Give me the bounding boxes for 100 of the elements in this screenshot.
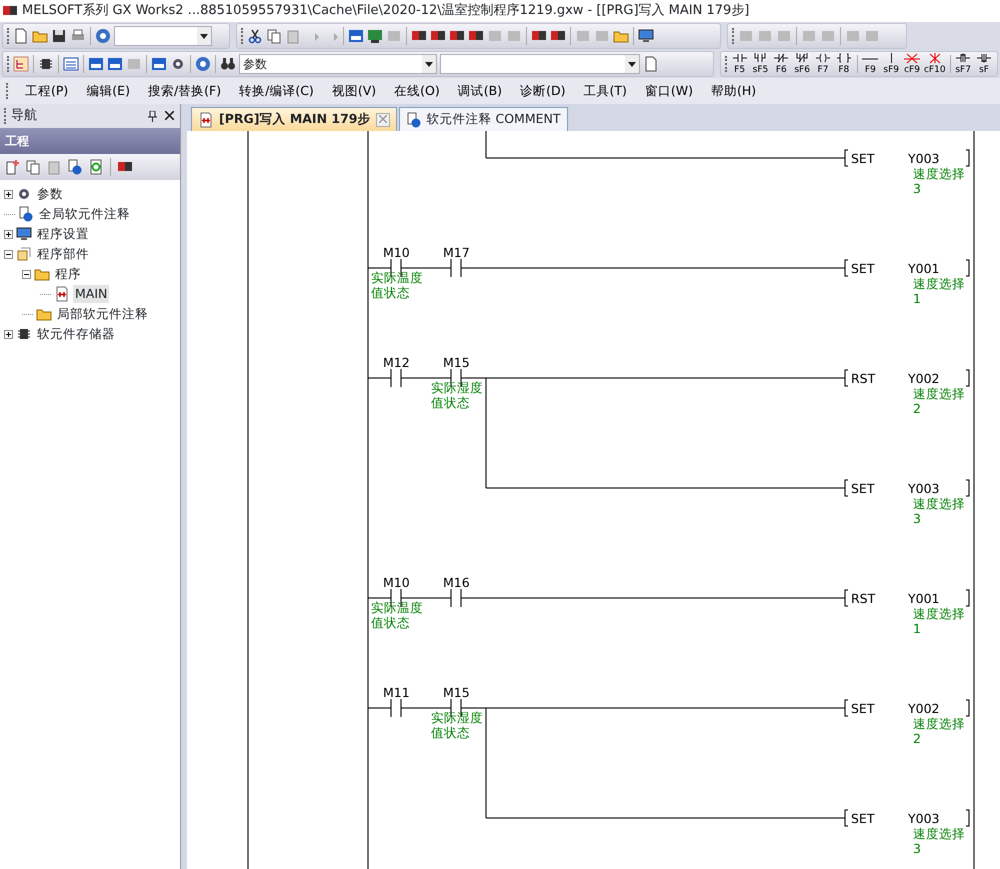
ladder-symbol-icon	[794, 53, 810, 64]
instruction-label: SET	[851, 701, 874, 716]
menu-item[interactable]: 编辑(E)	[84, 82, 132, 100]
dropdown-arrow-icon	[200, 34, 208, 38]
clipboard-icon[interactable]	[285, 28, 301, 44]
tree-item[interactable]: 软元件存储器	[35, 324, 117, 344]
clipboard-icon[interactable]	[46, 159, 62, 175]
instruction-label: SET	[851, 481, 874, 496]
ladder-symbol-icon	[773, 53, 790, 64]
device-label: M10	[383, 575, 410, 590]
ladder-key-button[interactable]: sF9	[882, 53, 900, 75]
ladder-key-button[interactable]: cF9	[903, 53, 921, 75]
expand-toggle[interactable]	[4, 190, 13, 198]
editor-tab[interactable]: 软元件注释 COMMENT	[398, 107, 568, 131]
dropdown-field[interactable]	[440, 54, 640, 74]
coil-bracket	[966, 480, 970, 496]
scissors-icon[interactable]	[247, 28, 263, 44]
coil-bracket	[966, 590, 970, 606]
ladder-key-button[interactable]: sF	[975, 53, 993, 75]
menu-item[interactable]: 视图(V)	[330, 82, 378, 100]
coil-bracket	[844, 590, 848, 606]
tree-item[interactable]: 程序	[53, 264, 83, 284]
device-panel-icon[interactable]	[151, 56, 167, 72]
document-icon[interactable]	[13, 28, 29, 44]
ladder-key-button[interactable]: sF6	[793, 53, 812, 75]
device-panel-icon[interactable]	[348, 28, 364, 44]
ladder-symbol-icon	[904, 53, 920, 64]
dropdown-arrow-icon	[628, 62, 636, 66]
tree-item[interactable]: 局部软元件注释	[55, 304, 150, 324]
device-comment: 速度选择 1	[913, 276, 965, 306]
ladder-symbol-icon	[732, 53, 748, 64]
menu-item[interactable]: 诊断(D)	[518, 82, 568, 100]
ladder-symbol-icon	[814, 53, 831, 64]
copy-icon[interactable]	[266, 28, 282, 44]
device-label: Y003	[908, 811, 940, 826]
expand-toggle[interactable]	[4, 230, 13, 238]
pin-icon[interactable]	[148, 110, 157, 122]
ladder-key-button[interactable]: F6	[772, 53, 790, 75]
device-label: M10	[383, 245, 410, 260]
device-label: Y002	[908, 701, 940, 716]
coil-bracket	[966, 810, 970, 826]
device-comment: 实际温度 值状态	[371, 270, 423, 300]
coil-bracket	[844, 810, 848, 826]
screen-icon[interactable]	[367, 28, 383, 44]
monitor-icon[interactable]	[638, 28, 654, 44]
ladder-key-button[interactable]: F7	[814, 53, 832, 75]
window-title: MELSOFT系列 GX Works2 ...8851059557931\Cache\File\2020-12\温室控制程序1219.gxw - [[PRG]写入 MAIN 179步]	[22, 2, 750, 20]
tree-item[interactable]: 全局软元件注释	[37, 204, 132, 224]
ladder-key-button[interactable]: F9	[861, 53, 880, 75]
menu-item[interactable]: 在线(O)	[392, 82, 442, 100]
refresh-icon[interactable]	[88, 159, 104, 175]
device-panel-icon[interactable]	[88, 56, 104, 72]
binoculars-icon[interactable]	[220, 56, 236, 72]
device-comment: 速度选择 3	[913, 826, 965, 856]
tree-item[interactable]: MAIN	[73, 284, 110, 304]
menu-item[interactable]: 帮助(H)	[708, 82, 758, 100]
instruction-label: SET	[851, 811, 874, 826]
plus-icon	[5, 330, 12, 338]
menu-item[interactable]: 窗口(W)	[642, 82, 695, 100]
menu-item[interactable]: 调试(B)	[456, 82, 504, 100]
info-icon	[406, 112, 422, 128]
editor-tab[interactable]: [PRG]写入 MAIN 179步	[191, 107, 396, 131]
tree-view-icon[interactable]	[13, 56, 29, 72]
menu-item[interactable]: 转换/编译(C)	[237, 82, 316, 100]
dropdown-field[interactable]	[114, 26, 212, 46]
new-item-icon[interactable]	[4, 159, 20, 175]
collapse-toggle[interactable]	[4, 250, 13, 258]
ladder-key-button[interactable]: cF10	[924, 53, 946, 75]
menu-item[interactable]: 工程(P)	[23, 82, 70, 100]
device-panel-icon[interactable]	[107, 56, 123, 72]
coil-bracket	[844, 150, 848, 166]
tree-item[interactable]: 参数	[35, 184, 65, 204]
collapse-toggle[interactable]	[22, 270, 31, 278]
ladder-key-button[interactable]: F5	[730, 53, 749, 75]
device-label: Y003	[908, 481, 940, 496]
device-label: M17	[443, 245, 470, 260]
device-label: Y001	[908, 261, 940, 276]
device-comment: 实际温度 值状态	[371, 600, 423, 630]
list-window-icon[interactable]	[63, 56, 79, 72]
tree-item[interactable]: 程序设置	[35, 224, 91, 244]
ladder-key-button[interactable]: F8	[834, 53, 853, 75]
chip-icon[interactable]	[38, 56, 54, 72]
device-comment: 实际湿度 值状态	[431, 710, 483, 740]
coil-bracket	[966, 260, 970, 276]
coil-bracket	[966, 700, 970, 716]
device-label: M15	[443, 685, 470, 700]
expand-toggle[interactable]	[4, 330, 13, 338]
menu-item[interactable]: 工具(T)	[581, 82, 629, 100]
menu-item[interactable]: 搜索/替换(F)	[146, 82, 224, 100]
ladder-symbol-icon	[836, 53, 852, 64]
ladder-key-button[interactable]: sF7	[954, 53, 972, 75]
dropdown-field[interactable]: 参数	[239, 54, 437, 74]
tree-item[interactable]: 程序部件	[35, 244, 91, 264]
ladder-key-button[interactable]: sF5	[752, 53, 770, 75]
device-comment: 速度选择 3	[913, 166, 965, 196]
close-icon[interactable]	[165, 110, 174, 120]
copy-icon[interactable]	[25, 159, 41, 175]
info-icon[interactable]	[67, 159, 83, 175]
document-icon[interactable]	[643, 56, 659, 72]
device-comment: 速度选择 2	[913, 716, 965, 746]
